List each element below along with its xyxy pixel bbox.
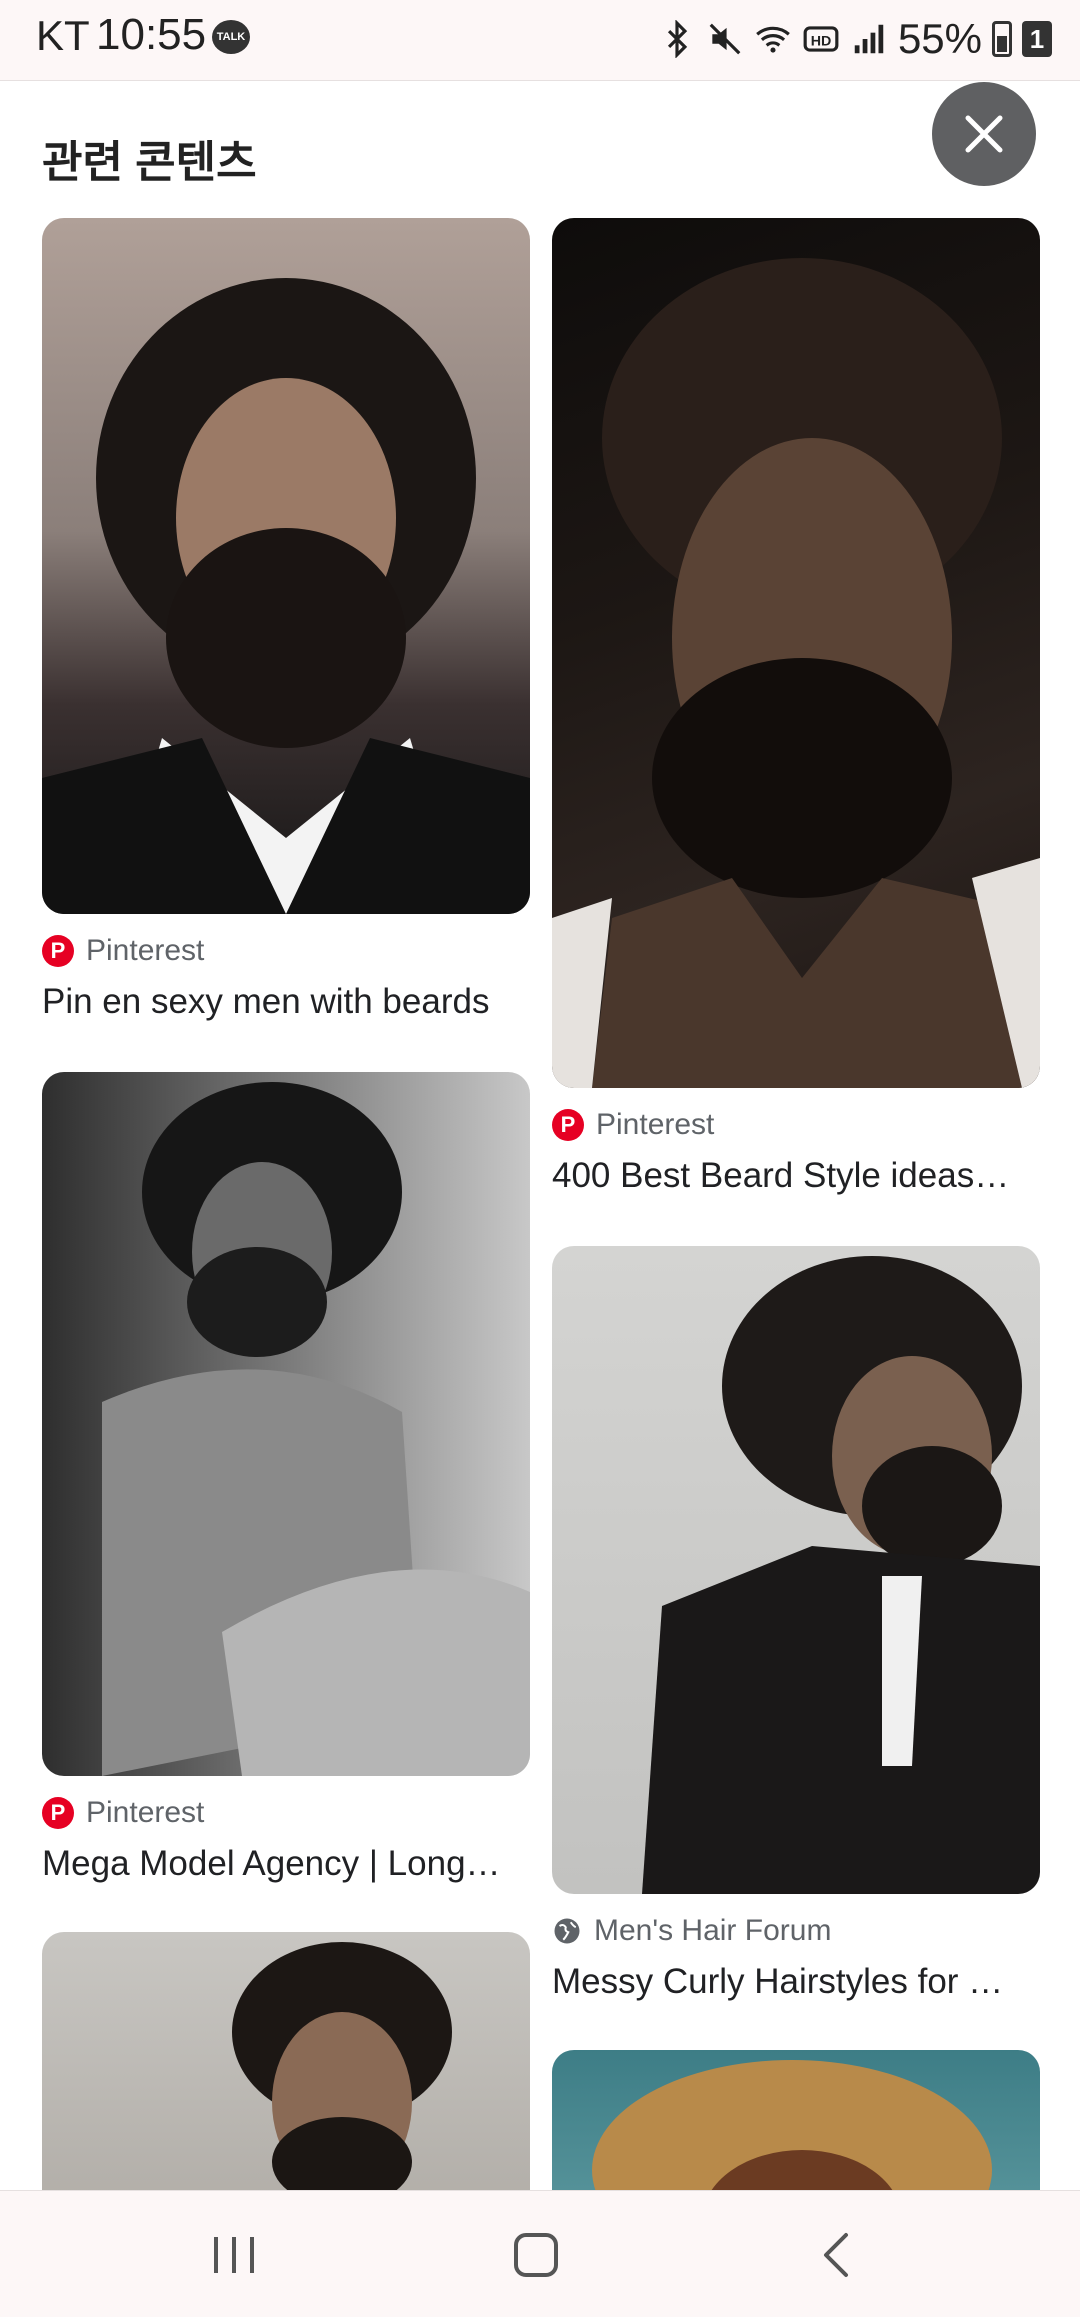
sim-badge: 1 bbox=[1022, 21, 1052, 57]
card-caption[interactable]: Messy Curly Hairstyles for … bbox=[552, 1962, 1042, 2002]
result-image-5[interactable] bbox=[42, 1932, 530, 2232]
portrait-silhouette bbox=[642, 1256, 1040, 1894]
signal-icon bbox=[854, 24, 884, 54]
carrier-label: KT bbox=[36, 12, 90, 59]
result-image-4[interactable] bbox=[552, 1246, 1040, 1894]
back-icon[interactable] bbox=[808, 2229, 868, 2281]
card-source[interactable]: P Pinterest bbox=[42, 934, 204, 968]
bluetooth-icon bbox=[667, 20, 688, 58]
battery-icon bbox=[992, 21, 1012, 57]
status-icons: HD 55% 1 bbox=[658, 14, 1052, 64]
card-source[interactable]: Men's Hair Forum bbox=[552, 1914, 831, 1948]
close-icon bbox=[965, 115, 1003, 153]
status-bar: KT 10:55 TALK HD 55% 1 bbox=[0, 0, 1080, 81]
result-image-1[interactable] bbox=[42, 218, 530, 914]
hd-icon: HD bbox=[803, 26, 839, 52]
result-image-2[interactable] bbox=[552, 218, 1040, 1088]
home-icon[interactable] bbox=[506, 2229, 566, 2281]
pinterest-icon: P bbox=[42, 935, 74, 967]
wifi-icon bbox=[756, 26, 790, 53]
portrait-silhouette bbox=[102, 1082, 530, 1776]
card-caption[interactable]: Mega Model Agency | Long… bbox=[42, 1844, 532, 1884]
navigation-bar bbox=[0, 2190, 1080, 2317]
result-image-3[interactable] bbox=[42, 1072, 530, 1776]
recent-apps-icon[interactable] bbox=[204, 2229, 264, 2281]
clock: 10:55 bbox=[96, 10, 207, 59]
globe-icon bbox=[554, 1918, 580, 1944]
pinterest-icon: P bbox=[552, 1109, 584, 1141]
svg-text:HD: HD bbox=[811, 33, 832, 49]
battery-percent: 55% bbox=[897, 15, 982, 62]
portrait-silhouette bbox=[42, 278, 530, 914]
card-caption[interactable]: Pin en sexy men with beards bbox=[42, 982, 532, 1022]
source-label: Pinterest bbox=[596, 1108, 715, 1141]
card-source[interactable]: P Pinterest bbox=[552, 1108, 714, 1142]
mute-icon bbox=[709, 23, 741, 55]
source-label: Men's Hair Forum bbox=[594, 1914, 832, 1947]
source-label: Pinterest bbox=[86, 1796, 205, 1829]
kakaotalk-icon: TALK bbox=[212, 20, 250, 54]
portrait-silhouette bbox=[232, 1942, 452, 2207]
pinterest-icon: P bbox=[42, 1797, 74, 1829]
page-title: 관련 콘텐츠 bbox=[42, 138, 257, 187]
card-source[interactable]: P Pinterest bbox=[42, 1796, 204, 1830]
card-caption[interactable]: 400 Best Beard Style ideas… bbox=[552, 1156, 1042, 1196]
close-button[interactable] bbox=[932, 82, 1036, 186]
source-label: Pinterest bbox=[86, 934, 205, 967]
portrait-silhouette bbox=[552, 258, 1040, 1088]
